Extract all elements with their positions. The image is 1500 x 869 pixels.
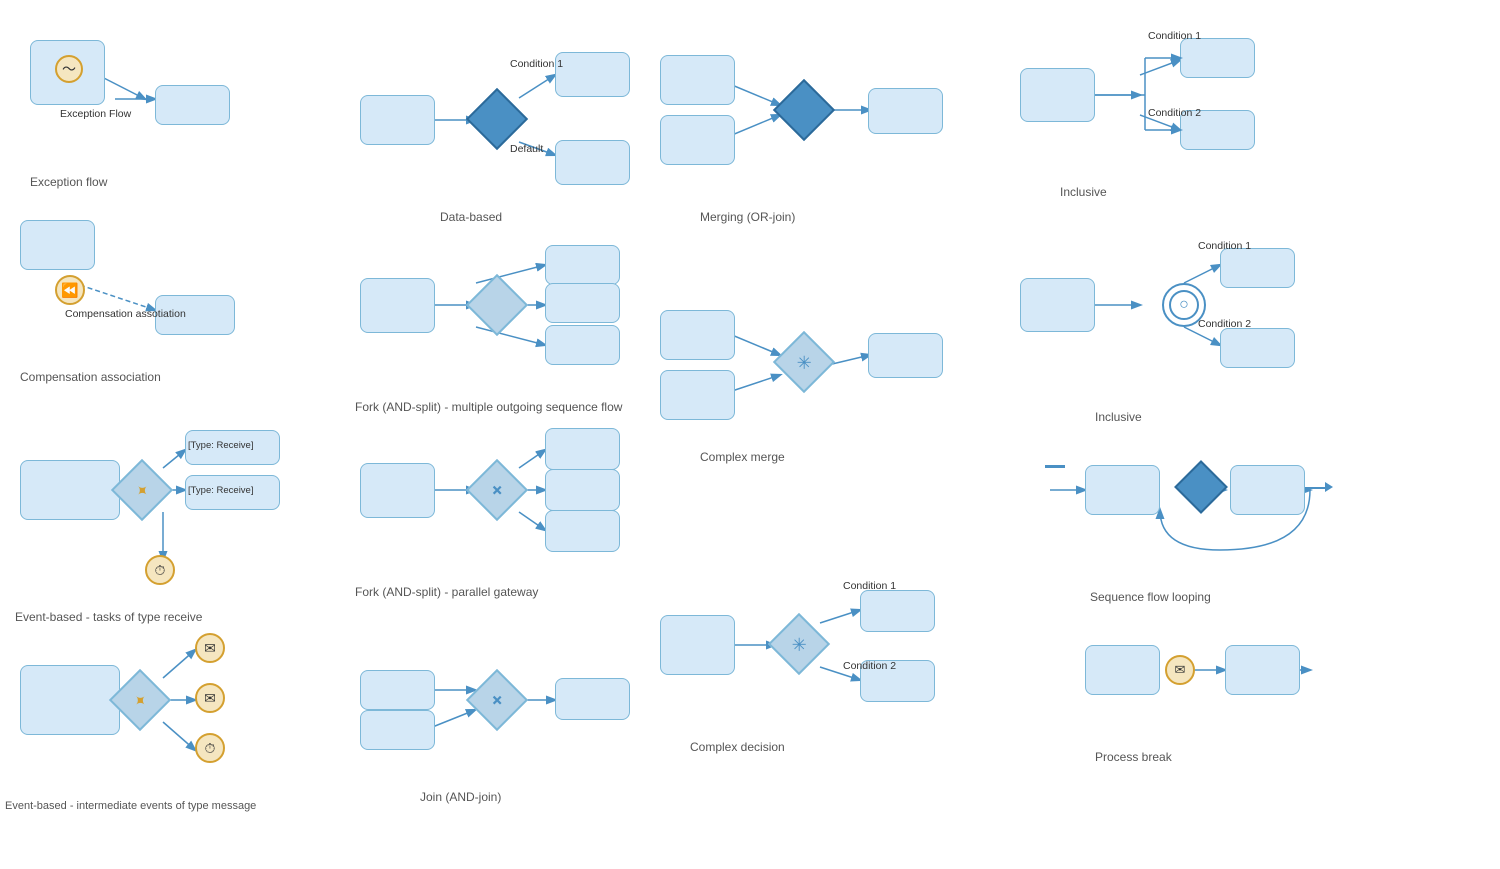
cm-task3 — [868, 333, 943, 378]
inc1-cond1-label: Condition 1 — [1148, 30, 1201, 42]
evb-msg-section-label: Event-based - intermediate events of typ… — [5, 800, 256, 812]
evb-receive-clock: ⏱ — [145, 555, 175, 585]
exception-flow-event: 〜 — [55, 55, 83, 83]
comp-icon: ⏪ — [61, 282, 78, 299]
join-gateway: + — [475, 678, 521, 724]
fork-multi-task2 — [545, 245, 620, 285]
seq-loop-gateway — [1182, 468, 1222, 508]
exception-icon: 〜 — [62, 62, 76, 76]
clock-icon: ⏱ — [155, 562, 166, 579]
seq-loop-arrow-head — [1325, 482, 1333, 492]
cd-gateway: ✳ — [777, 622, 823, 668]
inc1-cond2-label: Condition 2 — [1148, 107, 1201, 119]
evb-receive-section-label: Event-based - tasks of type receive — [15, 610, 202, 624]
join-section-label: Join (AND-join) — [420, 790, 501, 804]
fork-multi-task4 — [545, 325, 620, 365]
clock2-icon: ⏱ — [205, 740, 216, 757]
comp-section-label: Compensation association — [20, 370, 161, 384]
fork-multi-task3 — [545, 283, 620, 323]
cd-task2 — [860, 590, 935, 632]
or-join-task3 — [868, 88, 943, 134]
inc1-task1 — [1020, 68, 1095, 122]
cm-gateway: ✳ — [782, 340, 828, 386]
seq-loop-arrow-in — [1045, 465, 1065, 468]
inc2-cond1-label: Condition 1 — [1198, 240, 1251, 252]
db-task2 — [555, 52, 630, 97]
evb-receive-label2: [Type: Receive] — [188, 485, 253, 496]
exception-flow-arrow-label: Exception Flow — [60, 108, 131, 120]
seq-loop-section-label: Sequence flow looping — [1090, 590, 1211, 604]
cm-task1 — [660, 310, 735, 360]
or-join-task2 — [660, 115, 735, 165]
cd-cond2-label: Condition 2 — [843, 660, 896, 672]
envelope2-icon: ✉ — [204, 690, 216, 707]
db-task1 — [360, 95, 435, 145]
inc2-task3 — [1220, 328, 1295, 368]
fork-para-task4 — [545, 510, 620, 552]
inc1-task2 — [1180, 38, 1255, 78]
fork-multi-section-label: Fork (AND-split) - multiple outgoing seq… — [355, 400, 622, 414]
fork-para-gateway: + — [475, 468, 521, 514]
pb-task1 — [1085, 645, 1160, 695]
exception-flow-label: Exception flow — [30, 175, 107, 189]
cd-section-label: Complex decision — [690, 740, 785, 754]
db-gateway — [475, 97, 521, 143]
comp-event: ⏪ — [55, 275, 85, 305]
db-task3 — [555, 140, 630, 185]
fork-para-task1 — [360, 463, 435, 518]
comp-arrow-label: Compensation assotiation — [65, 308, 186, 320]
fork-para-task2 — [545, 428, 620, 470]
evb-receive-task1 — [20, 460, 120, 520]
fork-multi-gateway — [475, 283, 521, 329]
evb-msg-task1 — [20, 665, 120, 735]
cd-task1 — [660, 615, 735, 675]
evb-msg-clock: ⏱ — [195, 733, 225, 763]
cd-cond1-label: Condition 1 — [843, 580, 896, 592]
fork-para-section-label: Fork (AND-split) - parallel gateway — [355, 585, 538, 599]
inc2-task1 — [1020, 278, 1095, 332]
cm-section-label: Complex merge — [700, 450, 785, 464]
seq-loop-task1 — [1085, 465, 1160, 515]
or-join-section-label: Merging (OR-join) — [700, 210, 795, 224]
pb-envelope-icon: ✉ — [1175, 662, 1186, 678]
seq-loop-task2 — [1230, 465, 1305, 515]
fork-para-task3 — [545, 469, 620, 511]
evb-receive-label1: [Type: Receive] — [188, 440, 253, 451]
pb-event-circle: ✉ — [1165, 655, 1195, 685]
join-task3 — [555, 678, 630, 720]
pb-section-label: Process break — [1095, 750, 1172, 764]
inc2-cond2-label: Condition 2 — [1198, 318, 1251, 330]
inc1-section-label: Inclusive — [1060, 185, 1107, 199]
evb-msg-gateway: ✦ — [118, 678, 164, 724]
envelope1-icon: ✉ — [204, 640, 216, 657]
db-cond1-label: Condition 1 — [510, 58, 563, 70]
db-section-label: Data-based — [440, 210, 502, 224]
evb-receive-gateway: ✦ — [120, 468, 166, 514]
or-join-task1 — [660, 55, 735, 105]
inc2-section-label: Inclusive — [1095, 410, 1142, 424]
diagram-canvas: 〜 Exception Flow Exception flow ⏪ Compen… — [0, 0, 1500, 869]
or-join-gateway — [782, 88, 828, 134]
fork-multi-task1 — [360, 278, 435, 333]
join-task2 — [360, 710, 435, 750]
evb-msg-envelope2: ✉ — [195, 683, 225, 713]
join-task1 — [360, 670, 435, 710]
inc2-task2 — [1220, 248, 1295, 288]
exception-flow-task2 — [155, 85, 230, 125]
pb-task2 — [1225, 645, 1300, 695]
evb-msg-envelope1: ✉ — [195, 633, 225, 663]
comp-task1 — [20, 220, 95, 270]
cm-task2 — [660, 370, 735, 420]
db-default-label: Default — [510, 143, 543, 155]
